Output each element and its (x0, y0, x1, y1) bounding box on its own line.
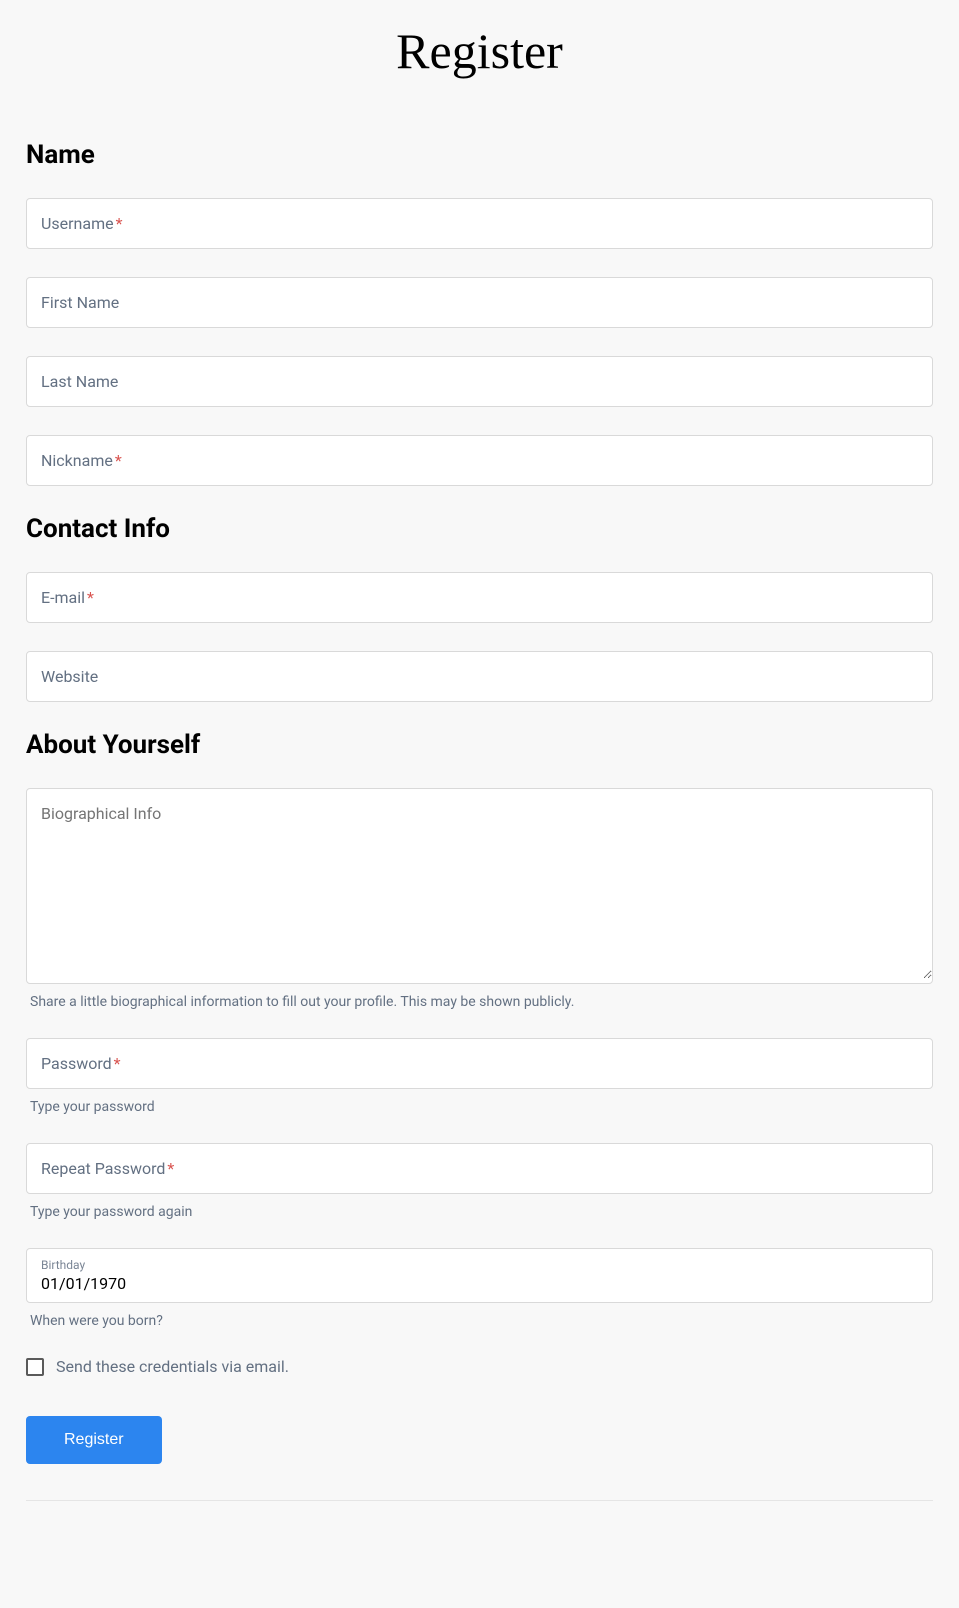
birthday-value: 01/01/1970 (41, 1274, 126, 1293)
register-button[interactable]: Register (26, 1416, 162, 1464)
section-heading-name: Name (26, 140, 933, 170)
section-heading-about: About Yourself (26, 730, 933, 760)
repeat-password-input[interactable]: Repeat Password* (26, 1143, 933, 1194)
first-name-label: First Name (41, 293, 119, 312)
nickname-label: Nickname* (41, 451, 122, 470)
password-help-text: Type your password (26, 1099, 933, 1115)
page-title: Register (26, 0, 933, 130)
send-credentials-checkbox[interactable] (26, 1358, 44, 1376)
website-input[interactable]: Website (26, 651, 933, 702)
password-input[interactable]: Password* (26, 1038, 933, 1089)
bio-textarea[interactable] (27, 789, 932, 979)
website-label: Website (41, 667, 98, 686)
bio-help-text: Share a little biographical information … (26, 994, 933, 1010)
birthday-label: Birthday (41, 1258, 918, 1272)
repeat-password-label: Repeat Password* (41, 1159, 174, 1178)
section-heading-contact: Contact Info (26, 514, 933, 544)
birthday-help-text: When were you born? (26, 1313, 933, 1329)
last-name-label: Last Name (41, 372, 118, 391)
send-credentials-label: Send these credentials via email. (56, 1357, 289, 1376)
footer-divider (26, 1500, 933, 1501)
username-label: Username* (41, 214, 122, 233)
username-input[interactable]: Username* (26, 198, 933, 249)
email-label: E-mail* (41, 588, 94, 607)
birthday-input[interactable]: Birthday 01/01/1970 (26, 1248, 933, 1303)
repeat-password-help-text: Type your password again (26, 1204, 933, 1220)
nickname-input[interactable]: Nickname* (26, 435, 933, 486)
password-label: Password* (41, 1054, 121, 1073)
email-input[interactable]: E-mail* (26, 572, 933, 623)
last-name-input[interactable]: Last Name (26, 356, 933, 407)
bio-input[interactable] (26, 788, 933, 984)
first-name-input[interactable]: First Name (26, 277, 933, 328)
